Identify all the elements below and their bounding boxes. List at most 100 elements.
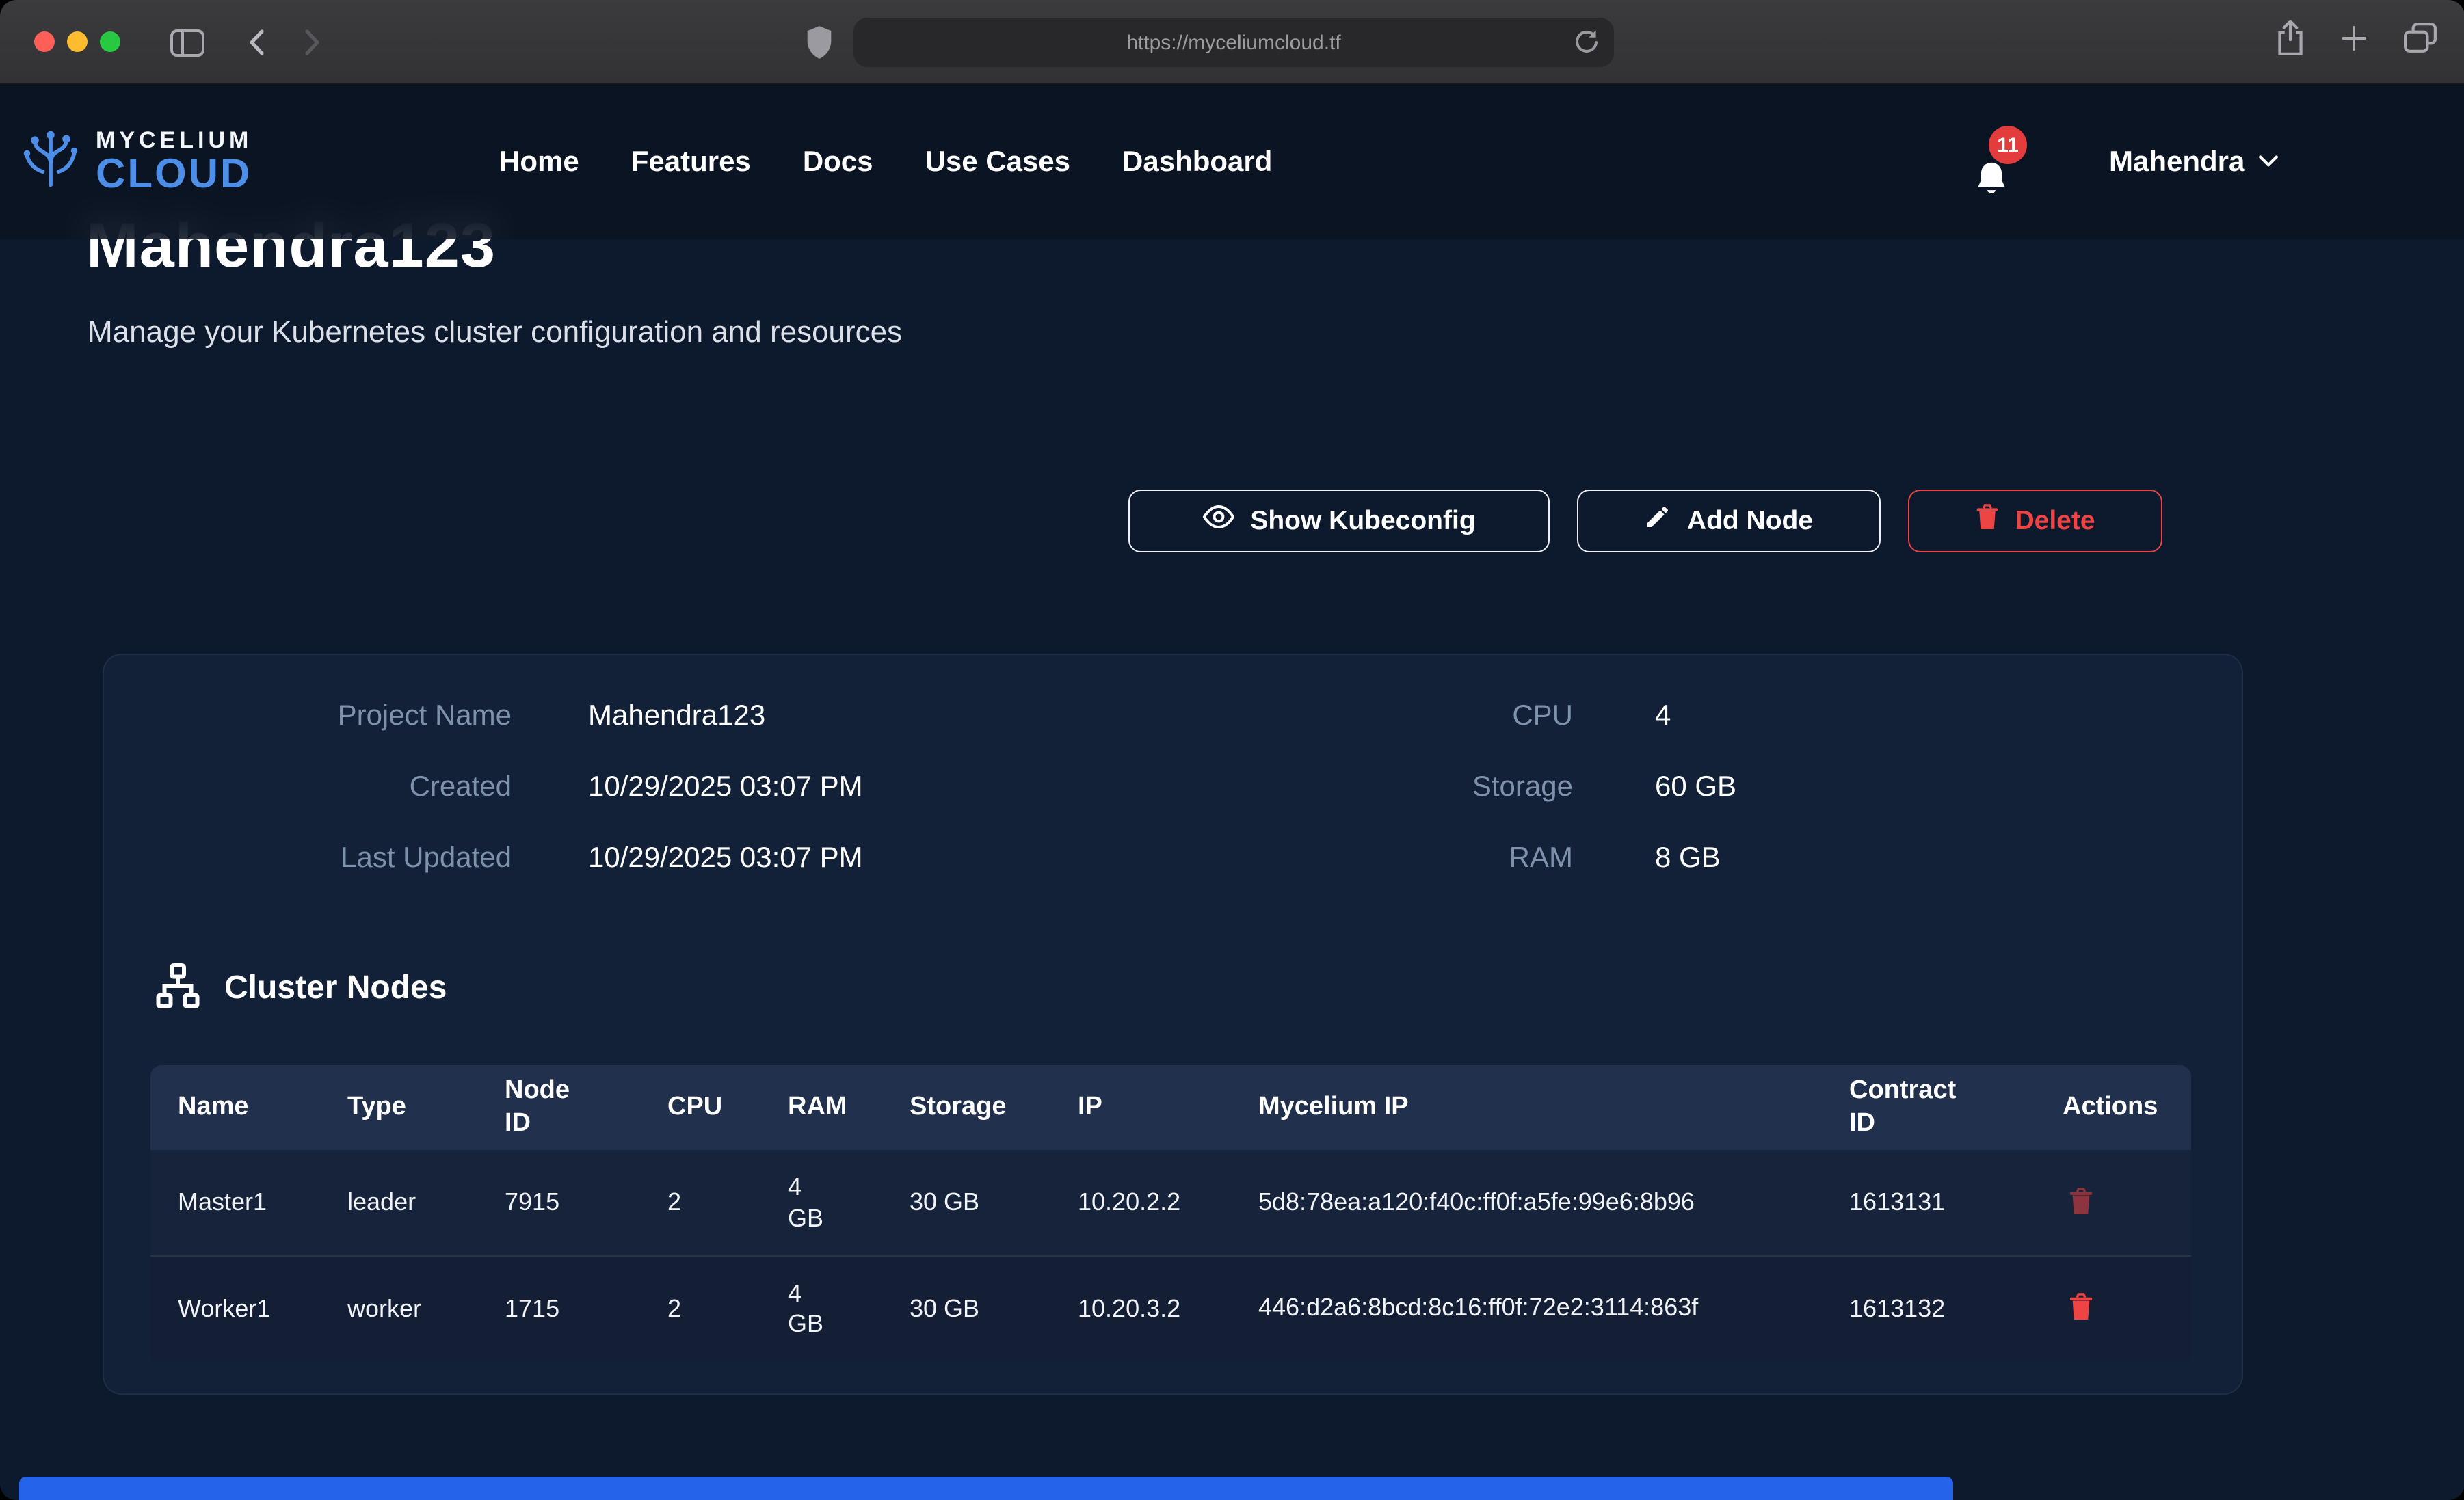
tab-overview-icon[interactable] [2403, 22, 2437, 57]
cell-ip: 10.20.2.2 [1050, 1188, 1231, 1218]
nodes-table-header: Name Type Node ID CPU RAM Storage IP Myc… [150, 1065, 2191, 1150]
bell-icon [1972, 159, 2011, 206]
mycelium-logo-icon [19, 127, 82, 197]
col-ip: IP [1050, 1091, 1231, 1124]
col-type: Type [320, 1091, 477, 1124]
cell-cpu: 2 [640, 1188, 760, 1218]
cell-ram: 4 GB [760, 1278, 882, 1339]
url-text: https://myceliumcloud.tf [1126, 31, 1340, 54]
user-menu[interactable]: Mahendra [2109, 85, 2279, 239]
cluster-actions: Show Kubeconfig Add Node Delete [1128, 490, 2162, 552]
last-updated-value: 10/29/2025 03:07 PM [588, 835, 863, 881]
nav-item-docs[interactable]: Docs [803, 146, 873, 178]
cell-ip: 10.20.3.2 [1050, 1294, 1231, 1324]
nav-item-dashboard[interactable]: Dashboard [1122, 146, 1272, 178]
cell-node-id: 7915 [477, 1188, 640, 1218]
add-node-button[interactable]: Add Node [1577, 490, 1881, 552]
ram-value: 8 GB [1655, 835, 1736, 881]
window-zoom-button[interactable] [100, 31, 120, 52]
main-nav: Home Features Docs Use Cases Dashboard [499, 85, 1272, 239]
window-minimize-button[interactable] [67, 31, 88, 52]
pencil-icon [1645, 503, 1672, 539]
created-value: 10/29/2025 03:07 PM [588, 764, 863, 809]
brand-line2: CLOUD [96, 152, 252, 196]
project-name-value: Mahendra123 [588, 693, 863, 738]
brand-logo[interactable]: MYCELIUM CLOUD [19, 85, 252, 239]
brand-wordmark: MYCELIUM CLOUD [96, 129, 252, 196]
cell-type: leader [320, 1188, 477, 1218]
cell-cpu: 2 [640, 1294, 760, 1324]
table-row-master1: Master1 leader 7915 2 4 GB 30 GB 10.20.2… [150, 1150, 2191, 1255]
storage-value: 60 GB [1655, 764, 1736, 809]
traffic-lights [34, 31, 120, 52]
show-kubeconfig-label: Show Kubeconfig [1250, 505, 1475, 537]
delete-node-button[interactable] [2035, 1292, 2191, 1325]
storage-label: Storage [1283, 764, 1573, 809]
cell-name: Worker1 [150, 1294, 320, 1324]
brand-line1: MYCELIUM [96, 129, 252, 153]
ram-label: RAM [1283, 835, 1573, 881]
eye-icon [1202, 503, 1235, 539]
trash-icon [1975, 503, 2000, 539]
cluster-nodes-title: Cluster Nodes [224, 969, 447, 1008]
user-name: Mahendra [2109, 146, 2244, 178]
last-updated-label: Last Updated [153, 835, 512, 881]
cluster-nodes-heading: Cluster Nodes [153, 961, 447, 1016]
privacy-shield-icon[interactable] [804, 25, 834, 60]
chevron-down-icon [2258, 150, 2279, 174]
back-icon[interactable] [241, 26, 271, 59]
cell-node-id: 1715 [477, 1294, 640, 1324]
cell-contract-id: 1613131 [1822, 1188, 2035, 1218]
browser-window: https://myceliumcloud.tf Mahendra123 Man… [0, 0, 2464, 1500]
col-node-id: Node ID [477, 1075, 640, 1140]
toolbar-right-actions [2276, 19, 2437, 60]
window-close-button[interactable] [34, 31, 55, 52]
cell-contract-id: 1613132 [1822, 1294, 2035, 1324]
forward-icon[interactable] [298, 26, 328, 59]
cell-mycelium-ip: 5d8:78ea:a120:f40c:ff0f:a5fe:99e6:8b96 [1231, 1186, 1822, 1220]
sitemap-icon [153, 961, 202, 1017]
table-row-worker1: Worker1 worker 1715 2 4 GB 30 GB 10.20.3… [150, 1255, 2191, 1361]
col-cpu: CPU [640, 1091, 760, 1124]
footer-strip [19, 1477, 1953, 1500]
new-tab-icon[interactable] [2342, 25, 2366, 54]
cell-storage: 30 GB [882, 1294, 1050, 1324]
delete-node-button[interactable] [2035, 1186, 2191, 1219]
page: Mahendra123 Manage your Kubernetes clust… [0, 85, 2464, 1500]
project-name-label: Project Name [153, 693, 512, 738]
share-icon[interactable] [2276, 19, 2305, 60]
add-node-label: Add Node [1687, 505, 1813, 537]
col-ram: RAM [760, 1091, 882, 1124]
nav-item-home[interactable]: Home [499, 146, 579, 178]
cell-storage: 30 GB [882, 1188, 1050, 1218]
created-label: Created [153, 764, 512, 809]
cell-type: worker [320, 1294, 477, 1324]
nav-item-use-cases[interactable]: Use Cases [925, 146, 1071, 178]
nav-item-features[interactable]: Features [631, 146, 751, 178]
notifications-button[interactable]: 11 [1970, 126, 2024, 208]
col-name: Name [150, 1091, 320, 1124]
cluster-card: Project Name Mahendra123 Created 10/29/2… [103, 654, 2243, 1395]
cluster-details-left: Project Name Mahendra123 Created 10/29/2… [153, 693, 863, 881]
cluster-details-right: CPU 4 Storage 60 GB RAM 8 GB [1283, 693, 1736, 881]
cell-name: Master1 [150, 1188, 320, 1218]
notification-badge: 11 [1989, 126, 2027, 164]
show-kubeconfig-button[interactable]: Show Kubeconfig [1128, 490, 1550, 552]
page-subtitle: Manage your Kubernetes cluster configura… [88, 314, 902, 350]
cpu-value: 4 [1655, 693, 1736, 738]
sidebar-toggle-icon[interactable] [167, 26, 208, 59]
cell-ram: 4 GB [760, 1172, 882, 1233]
col-contract-id: Contract ID [1822, 1075, 2035, 1140]
address-bar[interactable]: https://myceliumcloud.tf [853, 18, 1614, 67]
trash-icon [2068, 1292, 2094, 1325]
browser-toolbar: https://myceliumcloud.tf [0, 0, 2464, 85]
app-header: MYCELIUM CLOUD Home Features Docs Use Ca… [0, 85, 2464, 239]
page-content: Mahendra123 Manage your Kubernetes clust… [0, 85, 2464, 1500]
delete-cluster-button[interactable]: Delete [1908, 490, 2162, 552]
reload-icon[interactable] [1573, 29, 1600, 56]
delete-label: Delete [2015, 505, 2095, 537]
nodes-table: Name Type Node ID CPU RAM Storage IP Myc… [150, 1065, 2191, 1361]
col-actions: Actions [2035, 1091, 2191, 1124]
col-mycelium-ip: Mycelium IP [1231, 1091, 1822, 1124]
cpu-label: CPU [1283, 693, 1573, 738]
